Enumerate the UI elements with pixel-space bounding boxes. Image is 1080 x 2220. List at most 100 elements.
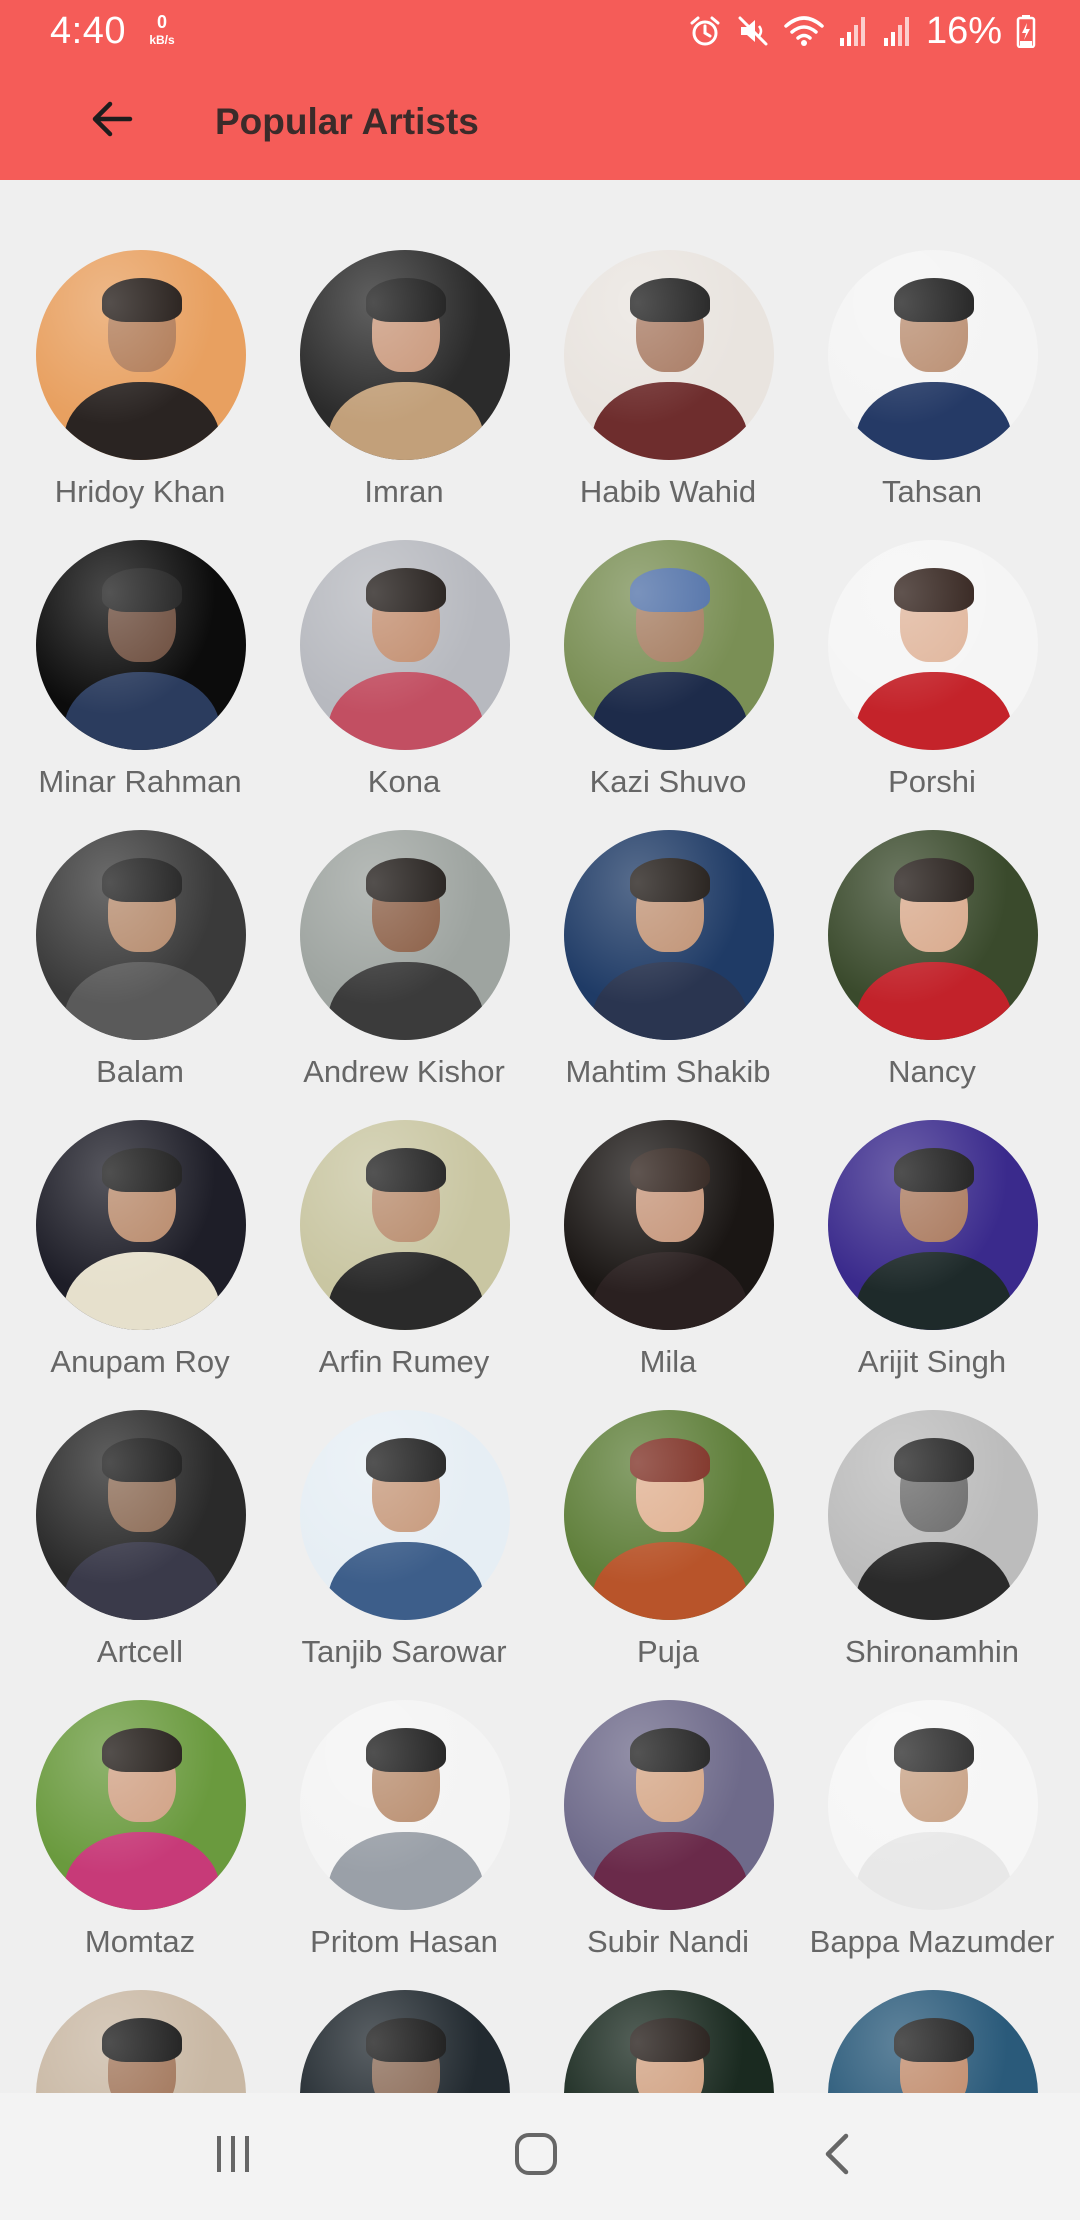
artist-card[interactable]: Anupam Roy [10, 1120, 270, 1400]
artist-card[interactable]: Artcell [10, 1410, 270, 1690]
artist-avatar [828, 1410, 1038, 1620]
signal-icon [838, 14, 868, 48]
artist-card[interactable]: Shironamhin [802, 1410, 1062, 1690]
artist-avatar [300, 540, 510, 750]
artist-card[interactable] [10, 1990, 270, 2093]
avatar-shine [564, 1700, 774, 1910]
artist-card[interactable]: Balam [10, 830, 270, 1110]
artist-name: Shironamhin [844, 1634, 1020, 1669]
artist-card[interactable]: Hridoy Khan [10, 250, 270, 530]
artist-card[interactable]: Minar Rahman [10, 540, 270, 820]
avatar-shine [300, 1700, 510, 1910]
artist-avatar [36, 830, 246, 1040]
artist-card[interactable]: Mahtim Shakib [538, 830, 798, 1110]
recents-icon [211, 2132, 255, 2181]
artist-avatar [300, 1990, 510, 2093]
avatar-shine [828, 1990, 1038, 2093]
artist-avatar [300, 1410, 510, 1620]
avatar-shine [828, 1700, 1038, 1910]
artist-card[interactable]: Bappa Mazumder [802, 1700, 1062, 1980]
battery-percent: 16% [925, 10, 1002, 52]
artist-card[interactable] [538, 1990, 798, 2093]
back-button[interactable] [82, 94, 142, 148]
artist-card[interactable]: Imran [274, 250, 534, 530]
home-icon [514, 2132, 558, 2181]
avatar-shine [564, 1990, 774, 2093]
avatar-shine [36, 250, 246, 460]
artist-name: Habib Wahid [579, 474, 757, 509]
artist-avatar [36, 1120, 246, 1330]
artist-name: Hridoy Khan [54, 474, 226, 509]
artist-name: Minar Rahman [38, 764, 242, 799]
battery-charging-icon [1016, 14, 1036, 48]
avatar-shine [828, 830, 1038, 1040]
artist-card[interactable]: Kazi Shuvo [538, 540, 798, 820]
artist-card[interactable]: Momtaz [10, 1700, 270, 1980]
artist-card[interactable]: Arijit Singh [802, 1120, 1062, 1400]
artist-avatar [300, 830, 510, 1040]
artist-avatar [36, 1410, 246, 1620]
artist-card[interactable]: Nancy [802, 830, 1062, 1110]
artist-card[interactable]: Andrew Kishor [274, 830, 534, 1110]
artist-card[interactable]: Kona [274, 540, 534, 820]
artist-card[interactable]: Pritom Hasan [274, 1700, 534, 1980]
avatar-shine [36, 540, 246, 750]
artist-name: Balam [96, 1054, 184, 1089]
artist-avatar [564, 540, 774, 750]
avatar-shine [564, 830, 774, 1040]
artist-avatar [36, 1700, 246, 1910]
artist-avatar [828, 250, 1038, 460]
artist-avatar [828, 1700, 1038, 1910]
artist-name: Subir Nandi [587, 1924, 749, 1959]
artist-card[interactable]: Tahsan [802, 250, 1062, 530]
status-time: 4:40 [50, 10, 126, 52]
home-button[interactable] [496, 2121, 576, 2191]
avatar-shine [564, 540, 774, 750]
recents-button[interactable] [193, 2121, 273, 2191]
artist-avatar [36, 250, 246, 460]
artist-card[interactable]: Mila [538, 1120, 798, 1400]
artist-card[interactable] [802, 1990, 1062, 2093]
page-title: Popular Artists [215, 101, 479, 142]
avatar-shine [564, 250, 774, 460]
avatar-shine [828, 250, 1038, 460]
avatar-shine [564, 1120, 774, 1330]
artist-avatar [564, 1990, 774, 2093]
network-speed-unit: kB/s [149, 33, 175, 47]
artist-avatar [828, 540, 1038, 750]
artist-name: Kazi Shuvo [589, 764, 747, 799]
artist-avatar [828, 1120, 1038, 1330]
artist-name: Tahsan [882, 474, 982, 509]
artist-card[interactable]: Habib Wahid [538, 250, 798, 530]
avatar-shine [300, 540, 510, 750]
artist-name: Arijit Singh [857, 1344, 1007, 1379]
artist-avatar [564, 1410, 774, 1620]
status-bar: 4:40 0 kB/s 16% [0, 0, 1080, 60]
artist-avatar [36, 1990, 246, 2093]
avatar-shine [300, 1120, 510, 1330]
artist-name: Porshi [888, 764, 976, 799]
back-chevron-icon [816, 2132, 860, 2181]
artist-name: Kona [367, 764, 441, 799]
nav-back-button[interactable] [798, 2121, 878, 2191]
artist-card[interactable] [274, 1990, 534, 2093]
artist-name: Mahtim Shakib [565, 1054, 771, 1089]
artist-card[interactable]: Puja [538, 1410, 798, 1690]
network-speed: 0 kB/s [142, 12, 182, 48]
navigation-bar [0, 2093, 1080, 2220]
artist-avatar [828, 1990, 1038, 2093]
artist-name: Imran [364, 474, 444, 509]
artist-card[interactable]: Tanjib Sarowar [274, 1410, 534, 1690]
artist-card[interactable]: Subir Nandi [538, 1700, 798, 1980]
artist-name: Andrew Kishor [303, 1054, 505, 1089]
artist-name: Tanjib Sarowar [301, 1634, 507, 1669]
status-icons: 16% [688, 8, 1036, 54]
artist-name: Pritom Hasan [310, 1924, 498, 1959]
artist-avatar [564, 1700, 774, 1910]
avatar-shine [300, 250, 510, 460]
artist-card[interactable]: Porshi [802, 540, 1062, 820]
artist-grid: Hridoy Khan Imran Habib Wahid Tahsan Minar R… [0, 180, 1080, 2093]
artist-card[interactable]: Arfin Rumey [274, 1120, 534, 1400]
avatar-shine [36, 830, 246, 1040]
artist-name: Puja [636, 1634, 700, 1669]
